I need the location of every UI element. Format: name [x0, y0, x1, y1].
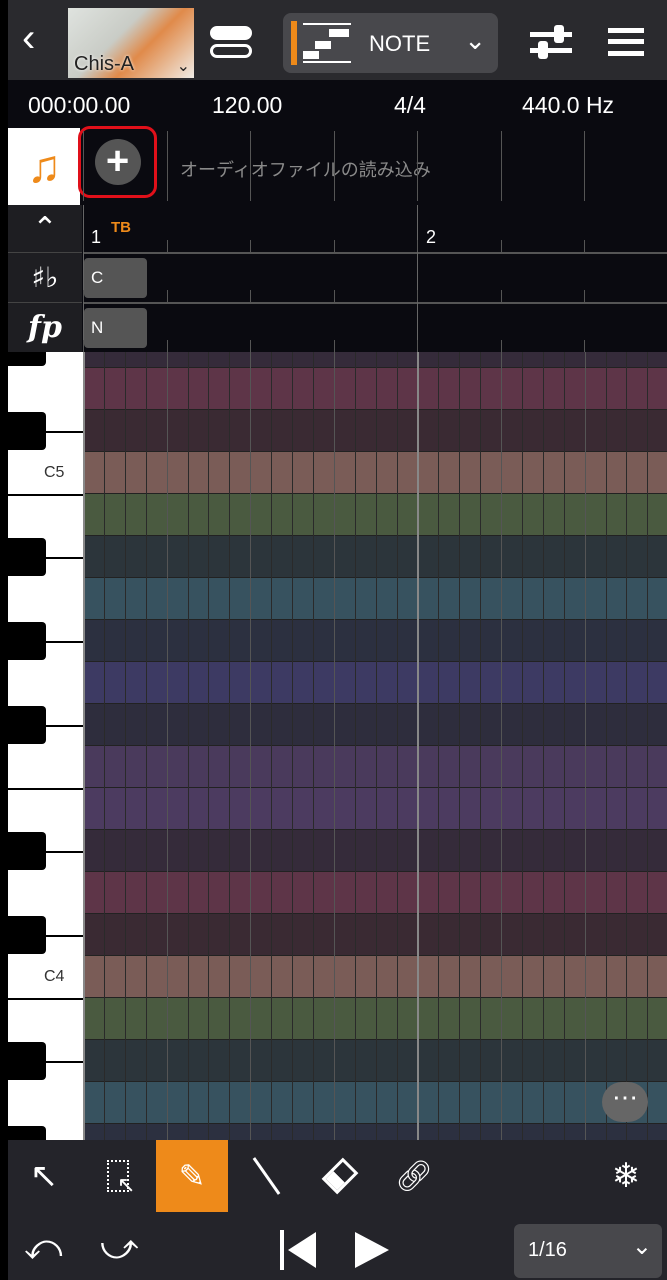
scroll-up-button[interactable]: ⌃ — [8, 205, 82, 253]
link-icon[interactable]: 🔗︎ — [378, 1140, 450, 1212]
key-label-c5: C5 — [44, 464, 65, 481]
piano-roll-grid[interactable] — [83, 352, 667, 1140]
menu-icon[interactable] — [608, 28, 644, 56]
key-event[interactable]: C — [84, 258, 147, 298]
more-options-button[interactable]: ⋯ — [602, 1082, 648, 1122]
grid-line — [563, 352, 565, 1140]
grid-line — [417, 352, 420, 1140]
key-label-c4: C4 — [44, 968, 65, 985]
time-display[interactable]: 000:00.00 — [28, 92, 130, 119]
bottom-toolbar: ↖ ↖ ✎ 🔗︎ ❄ ⤺ ⤻ 1/16 ⌄ — [8, 1140, 667, 1280]
note-mode-icon — [303, 23, 351, 63]
grid-line — [250, 352, 252, 1140]
grid-line — [375, 352, 377, 1140]
grid-line — [647, 352, 649, 1140]
grid-line — [229, 352, 231, 1140]
piano-keyboard[interactable]: C5 C4 — [8, 352, 83, 1140]
bar-number-1: 1 — [91, 227, 102, 247]
select-arrow-tool[interactable]: ↖ — [8, 1140, 80, 1212]
bar-number-2: 2 — [426, 227, 437, 247]
key-signature-icon[interactable]: ♯♭ — [8, 253, 82, 303]
grid-line — [605, 352, 607, 1140]
grid-line — [354, 352, 356, 1140]
plus-icon: + — [94, 139, 141, 185]
key-event-label: C — [91, 268, 104, 287]
grid-line — [480, 352, 482, 1140]
grid-line — [124, 352, 126, 1140]
eraser-tool[interactable] — [304, 1140, 376, 1212]
grid-line — [584, 352, 586, 1140]
quantize-value: 1/16 — [528, 1239, 567, 1261]
grid-line — [292, 352, 293, 1140]
grid-line — [542, 352, 544, 1140]
beat-display[interactable]: 4/4 — [394, 92, 426, 119]
black-key[interactable] — [8, 622, 46, 660]
pitch-display[interactable]: 440.0 Hz — [522, 92, 614, 119]
black-key[interactable] — [8, 706, 46, 744]
line-tool[interactable] — [230, 1140, 302, 1212]
undo-button[interactable]: ⤺ — [24, 1226, 62, 1269]
black-key[interactable] — [8, 352, 46, 366]
black-key[interactable] — [8, 832, 46, 870]
grid-line — [312, 352, 314, 1140]
redo-button[interactable]: ⤻ — [100, 1226, 138, 1269]
info-bar: 000:00.00 120.00 4/4 440.0 Hz — [8, 80, 667, 128]
dynamics-event-label: N — [91, 318, 104, 337]
range-select-tool[interactable]: ↖ — [82, 1140, 154, 1212]
black-key[interactable] — [8, 1126, 46, 1140]
grid-line — [166, 352, 168, 1140]
back-button[interactable]: ‹ — [22, 18, 35, 58]
audio-track: ♫ + オーディオファイルの読み込み — [8, 126, 667, 205]
quantize-selector[interactable]: 1/16 ⌄ — [514, 1224, 662, 1278]
audio-import-label: オーディオファイルの読み込み — [180, 160, 431, 180]
top-toolbar: ‹ Chis-A ⌄ NOTE ⌄ — [8, 0, 667, 80]
grid-line — [103, 352, 105, 1140]
dynamics-event[interactable]: N — [84, 308, 147, 348]
snowflake-icon[interactable]: ❄ — [590, 1140, 662, 1212]
grid-line — [187, 352, 189, 1140]
chevron-down-icon: ⌄ — [631, 1233, 652, 1260]
black-key[interactable] — [8, 538, 46, 576]
grid-line — [438, 352, 440, 1140]
add-audio-button[interactable]: + — [78, 126, 157, 198]
black-key[interactable] — [8, 412, 46, 450]
mode-selector[interactable]: NOTE ⌄ — [283, 13, 498, 73]
grid-line — [83, 352, 85, 1140]
rewind-button[interactable] — [280, 1230, 320, 1270]
music-note-icon[interactable]: ♫ — [8, 128, 80, 205]
grid-line — [145, 352, 147, 1140]
grid-line — [626, 352, 628, 1140]
grid-line — [459, 352, 461, 1140]
grid-line — [501, 352, 502, 1140]
black-key[interactable] — [8, 1042, 46, 1080]
pencil-tool[interactable]: ✎ — [156, 1140, 228, 1212]
grid-line — [333, 352, 335, 1140]
grid-line — [208, 352, 210, 1140]
tempo-display[interactable]: 120.00 — [212, 92, 282, 119]
toggle-icon[interactable] — [210, 26, 252, 60]
ruler-area: ⌃ ♯♭ fp 1 TB 2 C N — [8, 131, 667, 430]
mode-label: NOTE — [369, 31, 431, 56]
play-button[interactable] — [355, 1232, 389, 1268]
mixer-icon[interactable] — [530, 22, 572, 62]
chevron-down-icon: ⌄ — [464, 25, 486, 55]
tempo-beat-marker[interactable]: TB — [111, 219, 131, 236]
chevron-down-icon: ⌄ — [176, 58, 190, 75]
singer-name: Chis-A — [74, 53, 135, 75]
dynamics-icon[interactable]: fp — [8, 303, 82, 353]
black-key[interactable] — [8, 916, 46, 954]
grid-line — [271, 352, 273, 1140]
singer-selector[interactable]: Chis-A ⌄ — [68, 8, 194, 78]
grid-line — [396, 352, 398, 1140]
grid-line — [521, 352, 523, 1140]
